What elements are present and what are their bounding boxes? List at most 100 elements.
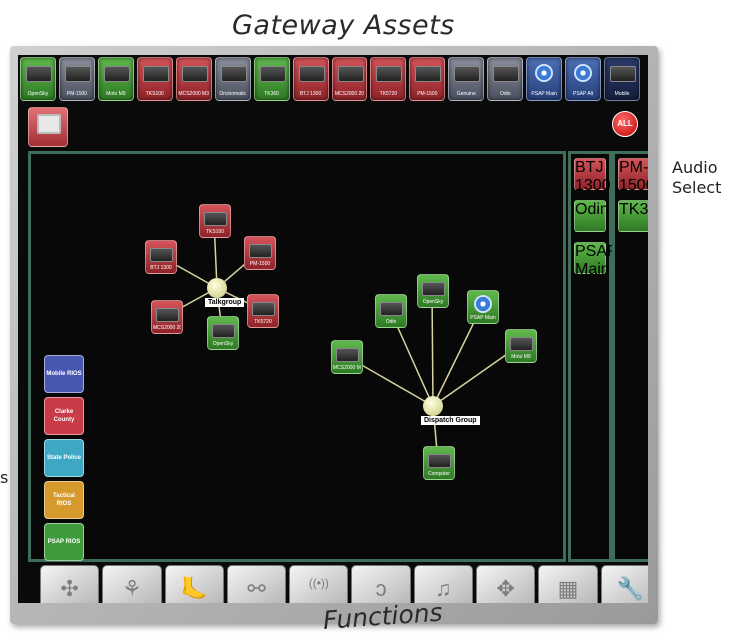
agency-button[interactable]: PSAP RIOS — [44, 523, 84, 561]
gateway-asset-bar: OpenSky PM-1500 Moto M9 TKS100 MCS2000 M3 Orc… — [20, 57, 640, 105]
agency-button[interactable]: Mobile RIOS — [44, 355, 84, 393]
radio-icon — [156, 308, 179, 322]
group-member-tile[interactable]: OpenSky — [417, 274, 449, 308]
asset-tile[interactable]: PSAP Main — [526, 57, 563, 101]
radio-icon — [510, 337, 533, 351]
audio-select-tile[interactable]: Odin — [574, 200, 609, 232]
dispatch-computer-tile[interactable] — [28, 107, 68, 147]
dispatch-group-button[interactable]: ⚘DISPATCH GROUP — [102, 565, 162, 603]
radio-icon — [337, 66, 364, 82]
asset-tile[interactable]: TK360 — [253, 57, 290, 101]
tile-label: PSAP Main — [575, 243, 618, 278]
radio-icon — [103, 66, 130, 82]
talk-group-button[interactable]: ✣TALK GROUP — [40, 565, 100, 603]
tile-label: Moto M9 — [106, 91, 126, 97]
asset-tile[interactable]: TKS100 — [136, 57, 173, 101]
listen-button[interactable]: ↄLISTEN — [351, 565, 411, 603]
asset-tile[interactable]: Mobile — [604, 57, 640, 101]
agency-button[interactable]: State Police — [44, 439, 84, 477]
group-member-tile[interactable]: PSAP Main — [467, 290, 499, 324]
radio-icon — [220, 66, 247, 82]
tile-label: PM-1500 — [66, 91, 88, 97]
speaker-icon — [474, 295, 492, 313]
tile-label: Odin — [385, 319, 397, 325]
audio-functions-button[interactable]: ♫AUDIO FUNCTIONS — [413, 565, 474, 603]
radio-icon — [422, 282, 445, 296]
asset-tile[interactable]: BTJ 1300 — [292, 57, 329, 101]
agency-button[interactable]: Clarke County — [44, 397, 84, 435]
tile-label: MCS2000 20 — [334, 91, 365, 97]
tile-label: BTJ 1300 — [575, 159, 611, 194]
group-member-tile[interactable]: MCS2000 M3 — [331, 340, 363, 374]
audio-select-caption: Audio Select — [672, 158, 722, 197]
tile-label: TK5720 — [254, 319, 272, 325]
radio-icon — [428, 454, 451, 468]
control-button[interactable]: ▦CONTROL — [538, 565, 598, 603]
config-button[interactable]: 🔧CONFIG — [600, 565, 648, 603]
tile-label: OpenSky — [27, 91, 49, 97]
keypad-icon: ▦ — [557, 576, 579, 601]
agency-button[interactable]: Tactical RIOS — [44, 481, 84, 519]
asset-tile[interactable]: Odin — [487, 57, 524, 101]
tile-label: TK360 — [264, 91, 279, 97]
asset-tile[interactable]: MCS2000 M3 — [175, 57, 212, 101]
radio-icon — [252, 302, 275, 316]
agency-list: Mobile RIOS Clarke County State Police Tact… — [44, 355, 84, 565]
talk-pedal-button[interactable]: 🦶TALK PEDAL — [164, 565, 224, 603]
left-partial-caption: s — [0, 468, 9, 487]
asset-tile[interactable]: PM-1500 — [409, 57, 446, 101]
group-member-tile[interactable]: MCS2000 20 — [151, 300, 183, 334]
tile-label: OpenSky — [422, 299, 444, 305]
group-links — [159, 219, 521, 463]
group-member-tile[interactable]: OpenSky — [207, 316, 239, 350]
asset-tile[interactable]: OpenSky — [20, 57, 56, 101]
group-hub[interactable] — [207, 278, 227, 298]
asset-tile[interactable]: Genuine — [448, 57, 485, 101]
group-hub[interactable] — [423, 396, 443, 416]
all-button[interactable]: ALL — [612, 111, 638, 137]
foot-icon: 🦶 — [180, 576, 208, 601]
tile-label: BTJ 1300 — [150, 265, 172, 271]
audio-select-tile[interactable]: TK360 — [618, 200, 648, 232]
radio-icon — [142, 66, 169, 82]
asset-tile[interactable]: PSAP Alt — [565, 57, 602, 101]
tile-label: PM-1500 — [619, 159, 648, 194]
asset-tile[interactable]: PM-1500 — [58, 57, 95, 101]
wrench-icon: 🔧 — [616, 576, 645, 601]
group-member-tile[interactable]: BTJ 1300 — [145, 240, 177, 274]
tile-label: MCS2000 M3 — [333, 365, 361, 371]
audio-select-tile[interactable]: PM-1500 — [618, 158, 648, 194]
alert-signal-button[interactable]: ((•))ALERT SIGNAL — [289, 565, 349, 603]
asset-tile[interactable]: TK5720 — [370, 57, 407, 101]
computer-icon — [37, 114, 61, 134]
tile-label: Odin — [575, 201, 609, 218]
radio-icon — [204, 212, 227, 226]
group-member-tile[interactable]: TK5720 — [247, 294, 279, 328]
tile-label: PM-1500 — [249, 261, 271, 267]
asset-tile[interactable]: MCS2000 20 — [331, 57, 368, 101]
dispatch-group-icon: ⚘ — [122, 576, 142, 601]
group-member-tile[interactable]: Moto M9 — [505, 329, 537, 363]
asset-tile[interactable]: Orcinomatic — [214, 57, 251, 101]
tile-label: Mobile — [614, 91, 630, 97]
move-button[interactable]: ✥MOVE — [476, 565, 536, 603]
tile-label: MCS2000 20 — [153, 325, 181, 331]
group-member-tile[interactable]: Odin — [375, 294, 407, 328]
group-member-tile[interactable]: PM-1500 — [244, 236, 276, 270]
break-button[interactable]: ⚯BREAK — [226, 565, 287, 603]
radio-icon — [298, 66, 325, 82]
tile-label: Computer — [428, 471, 450, 477]
tile-label: Orcinomatic — [219, 91, 246, 97]
audio-select-tile[interactable]: PSAP Main — [574, 242, 617, 278]
radio-icon — [181, 66, 208, 82]
group-member-tile[interactable]: TKS100 — [199, 204, 231, 238]
speaker-icon — [574, 64, 593, 82]
audio-select-tile[interactable]: BTJ 1300 — [574, 158, 611, 194]
tile-label: PM-1500 — [417, 91, 438, 97]
tile-label: Odin — [499, 91, 511, 97]
group-member-tile[interactable]: Computer — [423, 446, 455, 480]
group-work-area[interactable]: TKS100 PM-1500 TK5720 OpenSky MCS2000 20 BTJ … — [28, 151, 566, 562]
radio-icon — [259, 66, 286, 82]
tile-label: PSAP Main — [470, 315, 496, 321]
asset-tile[interactable]: Moto M9 — [97, 57, 134, 101]
